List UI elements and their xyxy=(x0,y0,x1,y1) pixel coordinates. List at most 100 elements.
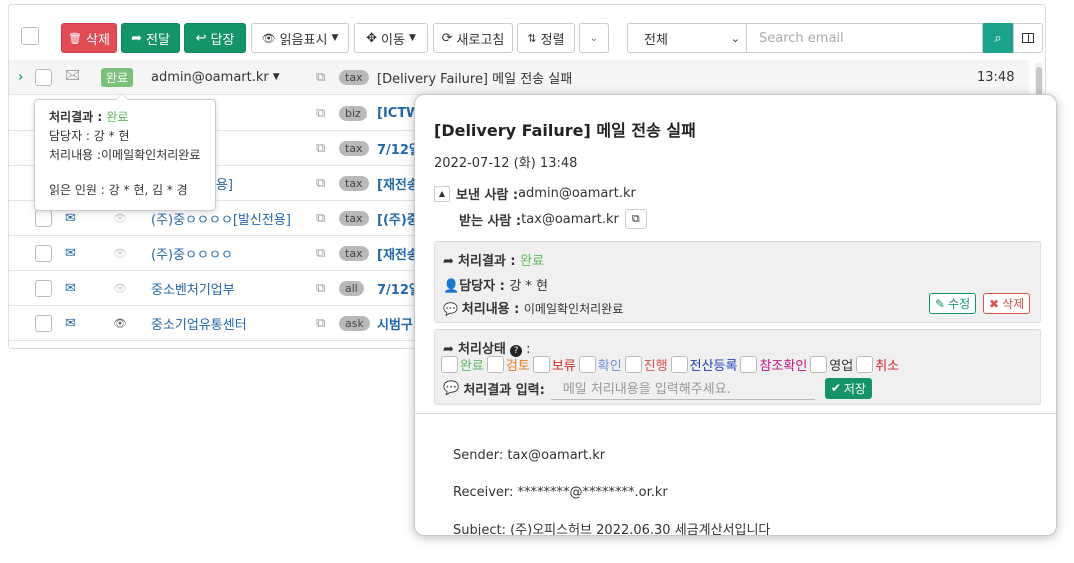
pencil-icon: ✎ xyxy=(935,296,946,311)
state-option[interactable]: 진행 xyxy=(624,355,668,374)
envelope-icon: ✉ xyxy=(65,280,76,296)
caret-down-icon: ▼ xyxy=(408,33,416,43)
select-all-checkbox[interactable] xyxy=(21,27,39,45)
copy-icon[interactable]: ⧉ xyxy=(316,271,325,305)
category-tag: biz xyxy=(339,105,367,121)
refresh-button[interactable]: ⟳ 새로고침 xyxy=(433,23,513,53)
copy-icon[interactable]: ⧉ xyxy=(316,96,325,130)
copy-icon[interactable]: ⧉ xyxy=(316,306,325,340)
row-subject[interactable]: [재전송 xyxy=(377,236,419,270)
chevron-right-icon[interactable]: › xyxy=(18,60,23,94)
read-eye-icon: 👁 xyxy=(113,316,127,330)
row-checkbox[interactable] xyxy=(35,68,52,86)
row-time: 13:48 xyxy=(977,69,1015,85)
delete-button[interactable]: 🗑 삭제 xyxy=(61,23,117,53)
tooltip-manager: 담당자 : 강 * 현 xyxy=(49,129,130,143)
state-checkbox[interactable] xyxy=(441,356,458,373)
row-subject[interactable]: 시범구 xyxy=(377,306,413,340)
state-checkbox[interactable] xyxy=(624,356,642,373)
state-checkbox[interactable] xyxy=(578,356,596,373)
state-options: 완료 검토 보류 확인 진행 전산등록 참조확인 영업 취소 xyxy=(441,355,902,374)
mail-toolbar: 🗑 삭제 ➦ 전달 ↩ 답장 👁 읽음표시 ▼ ✥ 이동 ▼ ⟳ 새로고침 ⇅ … xyxy=(17,17,1043,61)
delete-result-button[interactable]: ✖ 삭제 xyxy=(983,293,1031,314)
status-tooltip: 처리결과 : 완료 담당자 : 강 * 현 처리내용 :이메일확인처리완료 읽은… xyxy=(34,93,216,211)
envelope-icon: ✉ xyxy=(65,315,76,331)
category-tag: tax xyxy=(339,245,369,261)
mark-read-dropdown[interactable]: 👁 읽음표시 ▼ xyxy=(251,23,349,53)
caret-down-icon: ▼ xyxy=(272,72,280,82)
state-option[interactable]: 검토 xyxy=(486,355,530,374)
layout-toggle-button[interactable] xyxy=(1013,23,1043,53)
category-tag: tax xyxy=(339,69,369,85)
state-option[interactable]: 확인 xyxy=(578,355,622,374)
row-subject[interactable]: [재전송 xyxy=(377,166,419,200)
body-sender: Sender: tax@oamart.kr xyxy=(453,448,606,463)
sort-icon: ⇅ xyxy=(527,31,537,45)
state-checkbox[interactable] xyxy=(486,356,504,373)
save-button[interactable]: ✔ 저장 xyxy=(824,377,872,399)
forward-button[interactable]: ➦ 전달 xyxy=(121,23,180,53)
copy-icon[interactable]: ⧉ xyxy=(316,60,325,94)
result-input[interactable]: 메일 처리내용을 입력해주세요. xyxy=(550,376,815,400)
move-dropdown[interactable]: ✥ 이동 ▼ xyxy=(354,23,428,53)
state-option[interactable]: 보류 xyxy=(532,355,576,374)
copy-icon[interactable]: ⧉ xyxy=(624,209,647,229)
sort-button[interactable]: ⇅ 정렬 xyxy=(517,23,575,53)
state-checkbox[interactable] xyxy=(532,356,550,373)
copy-icon[interactable]: ⧉ xyxy=(316,131,325,165)
row-sender[interactable]: admin@oamart.kr ▼ xyxy=(151,60,280,94)
collapse-toggle-icon[interactable]: ▲ xyxy=(434,185,450,202)
reply-icon: ↩ xyxy=(195,30,207,46)
comment-icon: 💬 xyxy=(443,380,460,396)
status-badge[interactable]: 완료 xyxy=(101,67,134,87)
copy-icon[interactable]: ⧉ xyxy=(316,166,325,200)
receiver-line: 받는 사람 : tax@oamart.kr ⧉ xyxy=(459,209,647,229)
forward-icon: ➦ xyxy=(131,30,142,46)
processing-result-box: ➦ 처리결과 : 완료 👤담당자 : 강 * 현 💬 처리내용 : 이메일확인처… xyxy=(434,241,1041,323)
mail-subject: [Delivery Failure] 메일 전송 실패 xyxy=(434,121,696,140)
mailbox-filter-select[interactable]: 전체 ⌄ xyxy=(627,23,747,53)
eye-icon: 👁 xyxy=(261,31,276,45)
category-tag: tax xyxy=(339,140,369,156)
copy-icon[interactable]: ⧉ xyxy=(316,201,325,235)
caret-down-icon: ▼ xyxy=(331,33,339,43)
processing-state-box: ➦ 처리상태 ? : 완료 검토 보류 확인 진행 전산등록 참조확인 영업 취소 💬 처리결과… xyxy=(434,329,1041,405)
envelope-icon: ✉ xyxy=(65,245,76,261)
reply-button[interactable]: ↩ 답장 xyxy=(184,23,246,53)
read-eye-icon: 👁 xyxy=(113,281,127,295)
state-option[interactable]: 영업 xyxy=(810,355,853,374)
check-icon: ✔ xyxy=(830,381,841,395)
row-checkbox[interactable] xyxy=(35,244,52,262)
tooltip-readers: 읽은 인원 : 강 * 현, 김 * 경 xyxy=(49,183,188,197)
search-icon: ⌕ xyxy=(994,30,1002,46)
body-subject: Subject: (주)오피스허브 2022.06.30 세금계산서입니다 xyxy=(453,523,771,536)
search-button[interactable]: ⌕ xyxy=(983,23,1013,53)
row-subject[interactable]: [(주)중 xyxy=(377,201,419,235)
chevron-down-icon: ⌄ xyxy=(730,31,740,45)
state-option[interactable]: 취소 xyxy=(856,355,899,374)
tooltip-content: 처리내용 :이메일확인처리완료 xyxy=(49,148,201,162)
copy-icon[interactable]: ⧉ xyxy=(316,236,325,270)
row-sender[interactable]: 중소기업유통센터 xyxy=(151,306,247,340)
mail-row[interactable]: › 🖂 완료 admin@oamart.kr ▼ ⧉ tax [Delivery Failur… xyxy=(9,60,1029,95)
state-option[interactable]: 참조확인 xyxy=(740,355,807,374)
row-checkbox[interactable] xyxy=(35,314,52,332)
row-sender[interactable]: 중소벤처기업부 xyxy=(151,271,235,305)
state-checkbox[interactable] xyxy=(810,356,828,373)
row-checkbox[interactable] xyxy=(35,209,52,227)
more-dropdown[interactable]: ⌄ xyxy=(579,23,609,53)
category-tag: tax xyxy=(339,175,369,191)
row-subject[interactable]: [Delivery Failure] 메일 전송 실패 xyxy=(377,60,572,94)
state-option[interactable]: 완료 xyxy=(441,355,484,374)
row-sender[interactable]: (주)중ㅇㅇㅇㅇ xyxy=(151,236,233,270)
state-checkbox[interactable] xyxy=(740,356,758,373)
edit-button[interactable]: ✎ 수정 xyxy=(929,293,977,314)
comment-icon: 💬 xyxy=(443,302,458,316)
row-checkbox[interactable] xyxy=(35,279,52,297)
chevron-down-icon: ⌄ xyxy=(589,32,599,44)
state-option[interactable]: 전산등록 xyxy=(670,355,737,374)
search-input[interactable]: Search email xyxy=(747,23,983,53)
state-checkbox[interactable] xyxy=(670,356,688,373)
envelope-open-icon: 🖂 xyxy=(65,68,81,83)
state-checkbox[interactable] xyxy=(856,356,874,373)
